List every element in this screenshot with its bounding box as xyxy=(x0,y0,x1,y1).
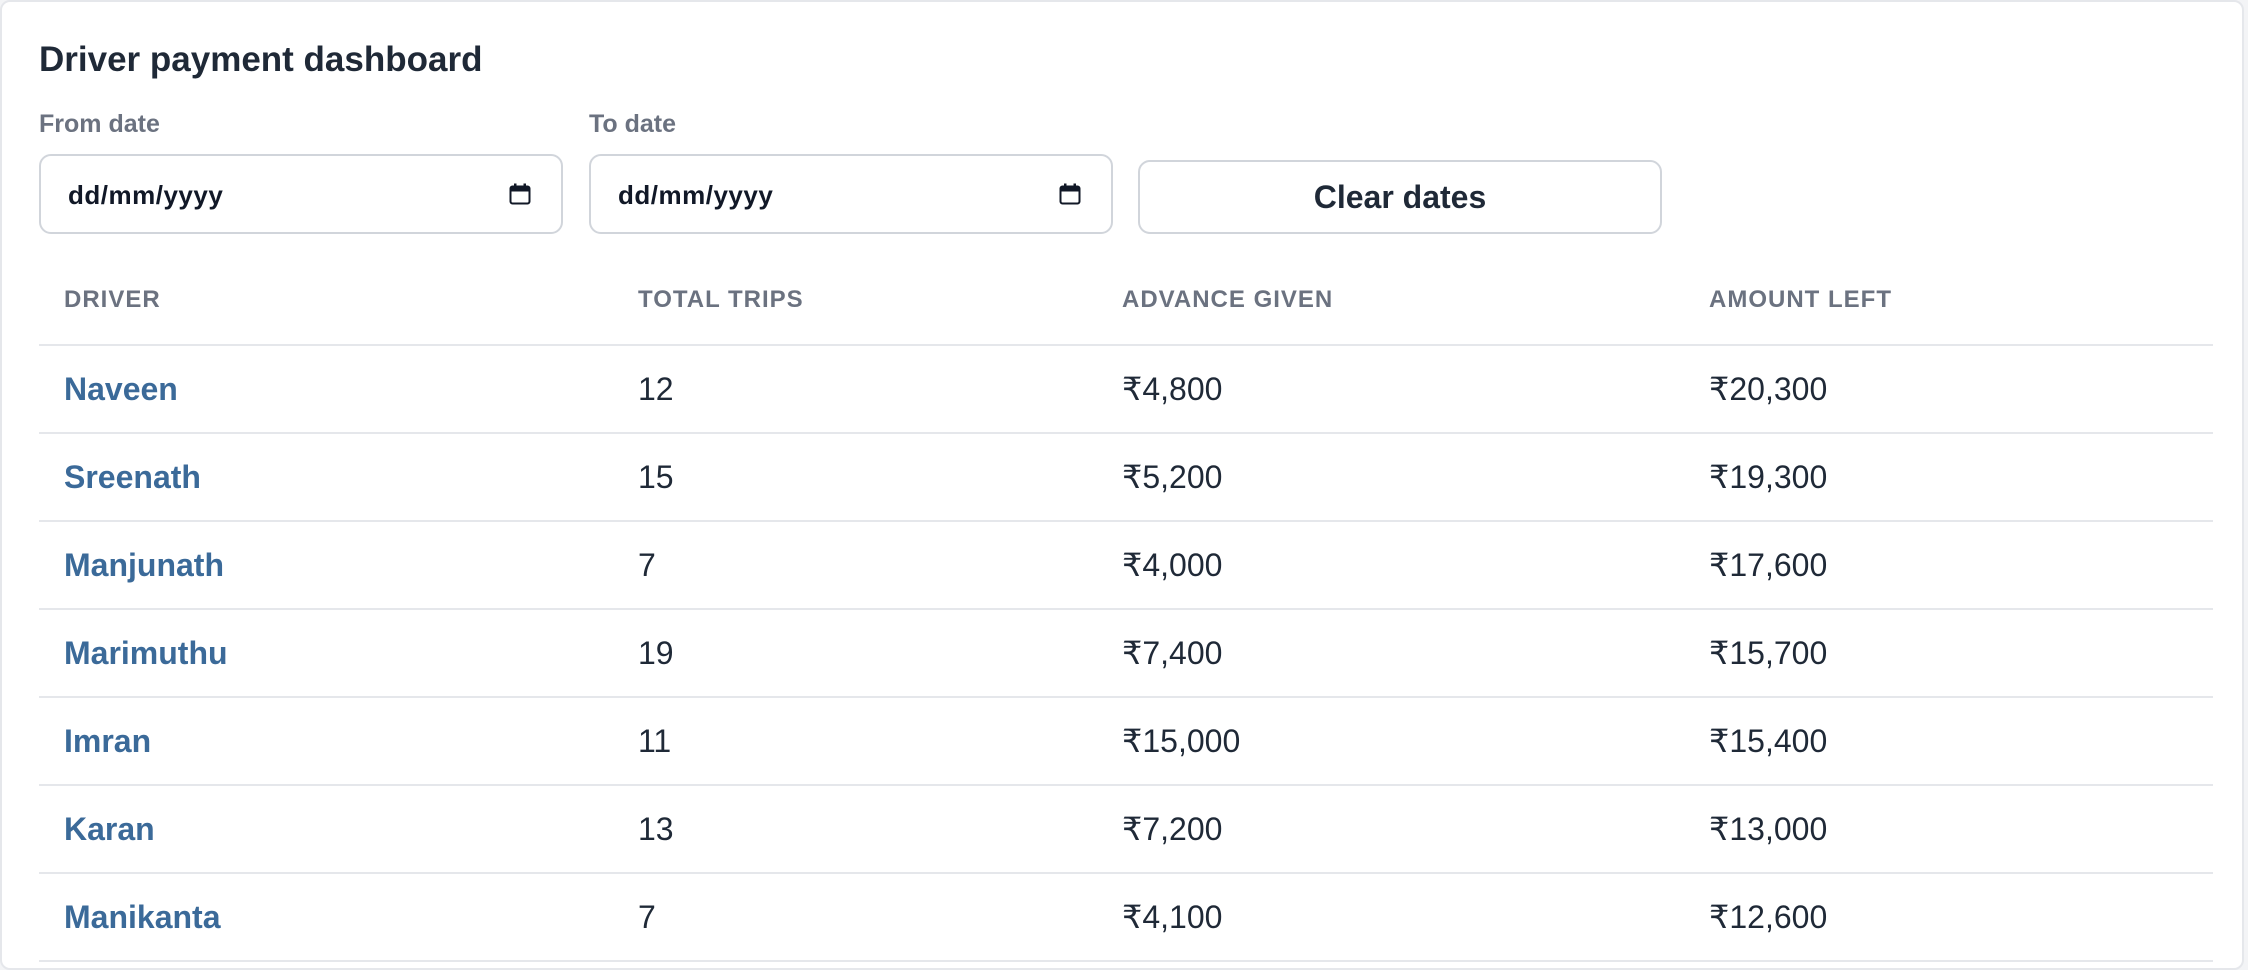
driver-link[interactable]: Karan xyxy=(64,811,155,847)
trips-cell: 11 xyxy=(613,697,1097,786)
amount-left-cell: ₹12,600 xyxy=(1684,873,2213,962)
header-driver: DRIVER xyxy=(39,256,613,346)
amount-left-cell: ₹13,000 xyxy=(1684,785,2213,874)
table-row: Marimuthu 19 ₹7,400 ₹15,700 xyxy=(39,609,2213,698)
table-row: Karan 13 ₹7,200 ₹13,000 xyxy=(39,785,2213,874)
advance-cell: ₹7,200 xyxy=(1097,785,1684,874)
driver-link[interactable]: Sreenath xyxy=(64,459,201,495)
table-row: Sreenath 15 ₹5,200 ₹19,300 xyxy=(39,433,2213,522)
driver-link[interactable]: Manjunath xyxy=(64,547,224,583)
page-title: Driver payment dashboard xyxy=(39,40,483,79)
driver-link[interactable]: Naveen xyxy=(64,371,178,407)
calendar-icon[interactable] xyxy=(509,183,531,205)
trips-cell: 7 xyxy=(613,873,1097,962)
amount-left-cell: ₹19,300 xyxy=(1684,433,2213,522)
advance-cell: ₹15,000 xyxy=(1097,697,1684,786)
driver-link[interactable]: Manikanta xyxy=(64,899,220,935)
header-advance-given: ADVANCE GIVEN xyxy=(1097,256,1684,346)
trips-cell: 15 xyxy=(613,433,1097,522)
clear-dates-button[interactable]: Clear dates xyxy=(1138,160,1662,234)
driver-payments-table-container: DRIVER TOTAL TRIPS ADVANCE GIVEN AMOUNT … xyxy=(39,256,2213,962)
amount-left-cell: ₹17,600 xyxy=(1684,521,2213,610)
amount-left-cell: ₹20,300 xyxy=(1684,345,2213,434)
driver-link[interactable]: Marimuthu xyxy=(64,635,228,671)
advance-cell: ₹4,800 xyxy=(1097,345,1684,434)
table-row: Manikanta 7 ₹4,100 ₹12,600 xyxy=(39,873,2213,962)
trips-cell: 13 xyxy=(613,785,1097,874)
trips-cell: 12 xyxy=(613,345,1097,434)
to-date-label: To date xyxy=(589,110,677,138)
header-amount-left: AMOUNT LEFT xyxy=(1684,256,2213,346)
to-date-input[interactable]: dd/mm/yyyy xyxy=(589,154,1113,234)
trips-cell: 7 xyxy=(613,521,1097,610)
advance-cell: ₹4,100 xyxy=(1097,873,1684,962)
amount-left-cell: ₹15,400 xyxy=(1684,697,2213,786)
table-row: Naveen 12 ₹4,800 ₹20,300 xyxy=(39,345,2213,434)
advance-cell: ₹7,400 xyxy=(1097,609,1684,698)
from-date-input[interactable]: dd/mm/yyyy xyxy=(39,154,563,234)
calendar-icon[interactable] xyxy=(1059,183,1081,205)
from-date-label: From date xyxy=(39,110,160,138)
table-row: Imran 11 ₹15,000 ₹15,400 xyxy=(39,697,2213,786)
to-date-value: dd/mm/yyyy xyxy=(618,180,774,210)
advance-cell: ₹4,000 xyxy=(1097,521,1684,610)
trips-cell: 19 xyxy=(613,609,1097,698)
table-row: Manjunath 7 ₹4,000 ₹17,600 xyxy=(39,521,2213,610)
table-header-row: DRIVER TOTAL TRIPS ADVANCE GIVEN AMOUNT … xyxy=(39,256,2213,346)
header-total-trips: TOTAL TRIPS xyxy=(613,256,1097,346)
amount-left-cell: ₹15,700 xyxy=(1684,609,2213,698)
dashboard-card: Driver payment dashboard From date dd/mm… xyxy=(0,0,2244,970)
advance-cell: ₹5,200 xyxy=(1097,433,1684,522)
from-date-value: dd/mm/yyyy xyxy=(68,180,224,210)
driver-payments-table: DRIVER TOTAL TRIPS ADVANCE GIVEN AMOUNT … xyxy=(39,256,2213,962)
driver-link[interactable]: Imran xyxy=(64,723,151,759)
